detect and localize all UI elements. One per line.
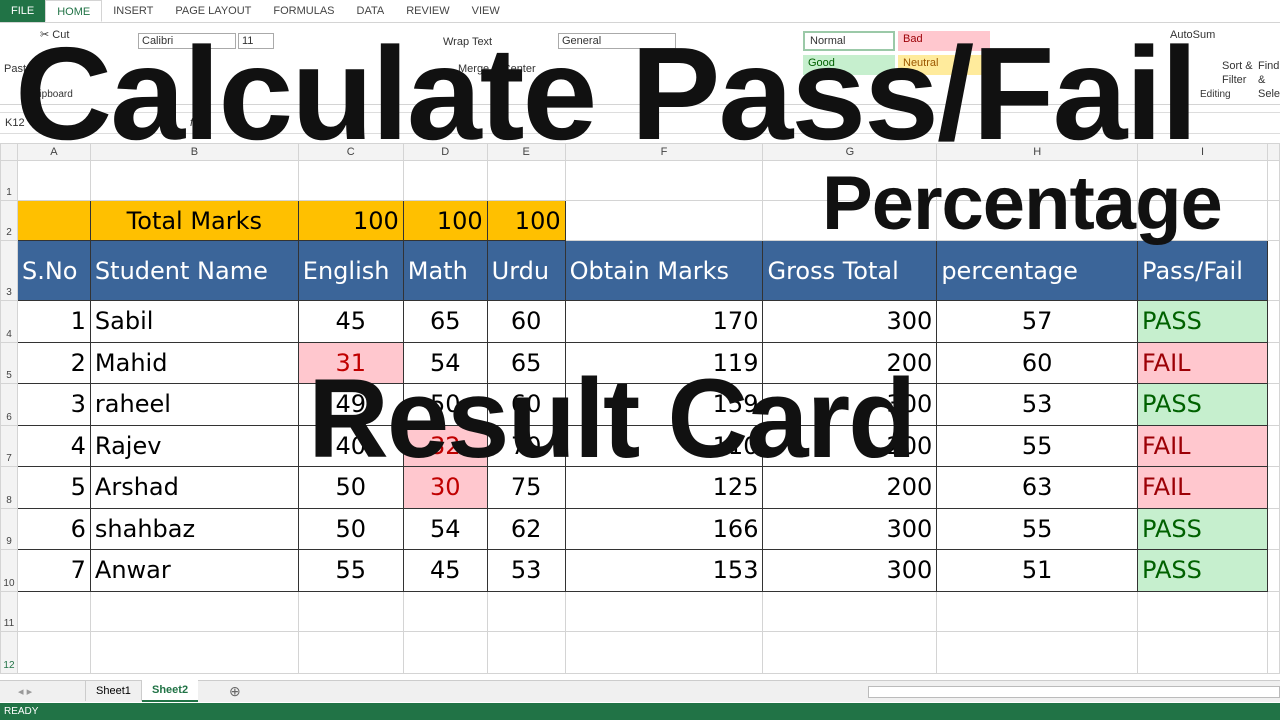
cell-math[interactable]: 45 <box>402 549 488 592</box>
cell-gross[interactable]: 300 <box>762 549 938 592</box>
cell-urdu[interactable]: 62 <box>486 507 566 550</box>
sheet-tabs-bar: ◂ ▸ Sheet1 Sheet2 ⊕ <box>0 680 1280 702</box>
horizontal-scrollbar[interactable] <box>868 686 1280 698</box>
row-header[interactable]: 7 <box>0 424 18 467</box>
header-percentage[interactable]: percentage <box>936 240 1139 301</box>
cell-english[interactable]: 50 <box>297 507 404 550</box>
row-header[interactable]: 5 <box>0 341 18 384</box>
cell-math[interactable]: 65 <box>402 300 488 343</box>
cell-result[interactable]: PASS <box>1137 549 1268 592</box>
cell-english[interactable]: 55 <box>297 549 404 592</box>
row-header[interactable]: 2 <box>0 200 18 241</box>
row-header[interactable]: 12 <box>0 630 18 674</box>
header-math[interactable]: Math <box>402 240 488 301</box>
cell-sno[interactable]: 3 <box>16 383 91 426</box>
cell-percentage[interactable]: 57 <box>936 300 1139 343</box>
header-student-name[interactable]: Student Name <box>89 240 299 301</box>
cell-math[interactable]: 54 <box>402 507 488 550</box>
cell-sno[interactable]: 6 <box>16 507 91 550</box>
cell-urdu[interactable]: 60 <box>486 300 566 343</box>
cell-english[interactable]: 45 <box>297 300 404 343</box>
row-header[interactable]: 6 <box>0 383 18 426</box>
cell-percentage[interactable]: 55 <box>936 424 1139 467</box>
add-sheet-icon[interactable]: ⊕ <box>229 683 241 700</box>
cell-name[interactable]: raheel <box>89 383 299 426</box>
cell-urdu[interactable]: 53 <box>486 549 566 592</box>
cell-name[interactable]: Rajev <box>89 424 299 467</box>
overlay-subtitle: Percentage <box>822 161 1223 246</box>
sheet-tab-sheet2[interactable]: Sheet2 <box>142 680 199 702</box>
header-pass-fail[interactable]: Pass/Fail <box>1137 240 1268 301</box>
cell-obtain[interactable]: 170 <box>564 300 764 343</box>
cell-percentage[interactable]: 60 <box>936 341 1139 384</box>
overlay-result-card: Result Card <box>308 356 917 481</box>
scroll-left-icon[interactable]: ◂ ▸ <box>18 685 32 698</box>
cell-gross[interactable]: 300 <box>762 300 938 343</box>
cell-result[interactable]: FAIL <box>1137 466 1268 509</box>
table-row: 10 7 Anwar 55 45 53 153 300 51 PASS <box>0 549 1280 592</box>
cell-percentage[interactable]: 63 <box>936 466 1139 509</box>
header-obtain-marks[interactable]: Obtain Marks <box>564 240 764 301</box>
cell-sno[interactable]: 2 <box>16 341 91 384</box>
cell-name[interactable]: Anwar <box>89 549 299 592</box>
header-sno[interactable]: S.No <box>16 240 91 301</box>
cell-name[interactable]: Arshad <box>89 466 299 509</box>
status-bar: READY <box>0 703 1280 720</box>
sheet-tab-sheet1[interactable]: Sheet1 <box>85 681 142 701</box>
cell-result[interactable]: FAIL <box>1137 341 1268 384</box>
editing-group-label: Editing <box>1200 89 1231 100</box>
total-urdu[interactable]: 100 <box>486 200 566 241</box>
cell-percentage[interactable]: 51 <box>936 549 1139 592</box>
find-select-button[interactable]: Find & Select <box>1258 59 1280 101</box>
row-header[interactable]: 9 <box>0 507 18 550</box>
cell-percentage[interactable]: 55 <box>936 507 1139 550</box>
cell-name[interactable]: Sabil <box>89 300 299 343</box>
cell-result[interactable]: FAIL <box>1137 424 1268 467</box>
cell-name[interactable]: shahbaz <box>89 507 299 550</box>
cell-percentage[interactable]: 53 <box>936 383 1139 426</box>
total-math[interactable]: 100 <box>402 200 488 241</box>
overlay-title: Calculate Pass/Fail <box>15 20 1198 167</box>
cell-obtain[interactable]: 166 <box>564 507 764 550</box>
status-text: READY <box>4 706 39 717</box>
cell-sno[interactable]: 4 <box>16 424 91 467</box>
cell-result[interactable]: PASS <box>1137 300 1268 343</box>
cell-sno[interactable]: 5 <box>16 466 91 509</box>
header-gross-total[interactable]: Gross Total <box>762 240 938 301</box>
cell-sno[interactable]: 7 <box>16 549 91 592</box>
header-english[interactable]: English <box>297 240 404 301</box>
cell-result[interactable]: PASS <box>1137 383 1268 426</box>
cell-gross[interactable]: 300 <box>762 507 938 550</box>
table-row: 4 1 Sabil 45 65 60 170 300 57 PASS <box>0 300 1280 343</box>
table-row: 9 6 shahbaz 50 54 62 166 300 55 PASS <box>0 507 1280 550</box>
header-urdu[interactable]: Urdu <box>486 240 566 301</box>
cell-obtain[interactable]: 153 <box>564 549 764 592</box>
cell-name[interactable]: Mahid <box>89 341 299 384</box>
row-header[interactable]: 11 <box>0 590 18 632</box>
row-header[interactable]: 8 <box>0 466 18 509</box>
row-header[interactable]: 4 <box>0 300 18 343</box>
row-header[interactable]: 3 <box>0 240 18 301</box>
row-header[interactable]: 10 <box>0 549 18 592</box>
cell-result[interactable]: PASS <box>1137 507 1268 550</box>
total-marks-label[interactable]: Total Marks <box>89 200 299 241</box>
total-english[interactable]: 100 <box>297 200 404 241</box>
cell-sno[interactable]: 1 <box>16 300 91 343</box>
